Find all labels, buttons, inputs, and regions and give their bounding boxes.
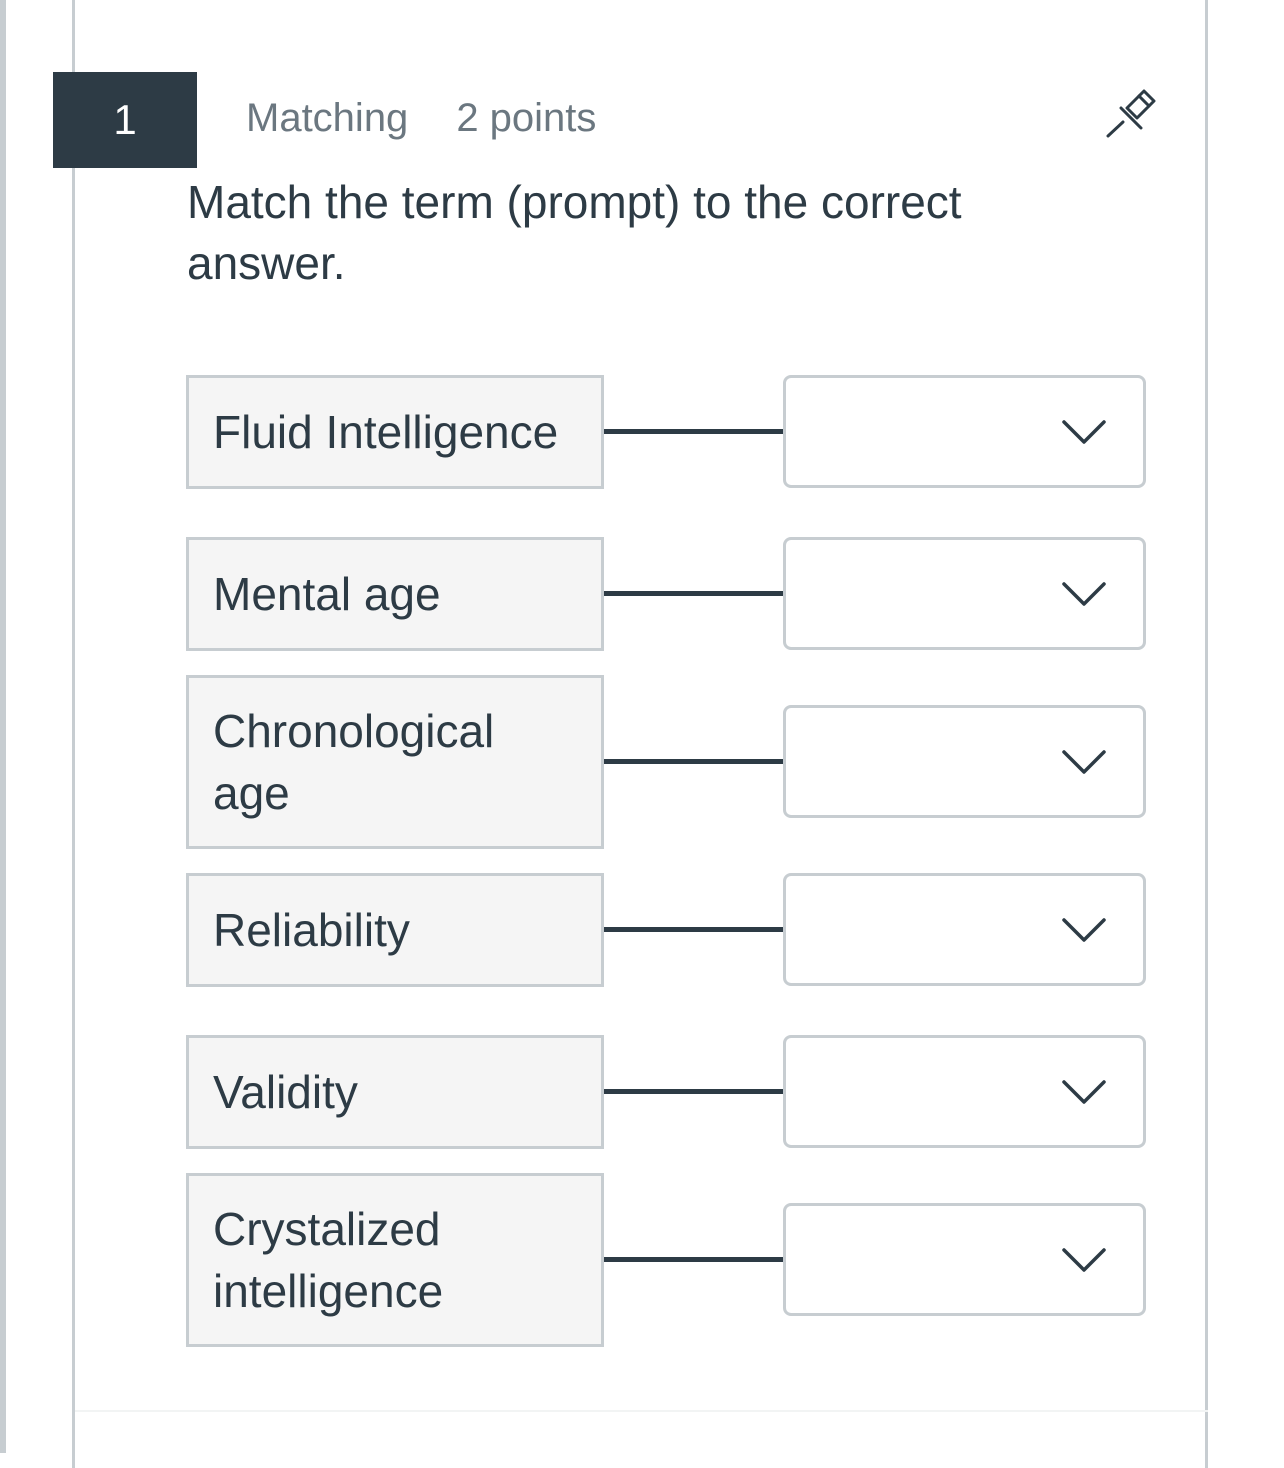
question-number: 1: [113, 96, 137, 143]
chevron-down-icon: [1062, 581, 1106, 606]
chevron-down-icon: [1062, 1247, 1106, 1272]
question-type: Matching: [246, 96, 409, 140]
chevron-down-icon: [1062, 419, 1106, 444]
match-term: Reliability: [186, 873, 604, 987]
chevron-down-icon: [1062, 1079, 1106, 1104]
question-points: 2 points: [456, 96, 597, 140]
chevron-down-icon: [1062, 917, 1106, 942]
match-connector: [604, 1089, 783, 1094]
match-connector: [604, 927, 783, 932]
question-meta: Matching 2 points: [246, 96, 596, 141]
answer-dropdown[interactable]: [783, 1203, 1146, 1316]
answer-dropdown[interactable]: [783, 705, 1146, 818]
answer-dropdown[interactable]: [783, 1035, 1146, 1148]
match-connector: [604, 591, 783, 596]
answer-dropdown[interactable]: [783, 537, 1146, 650]
answer-dropdown[interactable]: [783, 375, 1146, 488]
match-term: Fluid Intelligence: [186, 375, 604, 489]
card-divider: [75, 1410, 1208, 1412]
match-term: Validity: [186, 1035, 604, 1149]
question-number-badge: 1: [53, 72, 197, 168]
match-term: Chronological age: [186, 675, 604, 849]
match-term: Mental age: [186, 537, 604, 651]
page-edge: [0, 0, 6, 1453]
answer-dropdown[interactable]: [783, 873, 1146, 986]
question-prompt: Match the term (prompt) to the correct a…: [187, 176, 962, 289]
chevron-down-icon: [1062, 749, 1106, 774]
match-connector: [604, 1257, 783, 1262]
match-connector: [604, 429, 783, 434]
match-term: Crystalized intelligence: [186, 1173, 604, 1347]
pin-icon[interactable]: [1103, 88, 1159, 138]
match-connector: [604, 759, 783, 764]
